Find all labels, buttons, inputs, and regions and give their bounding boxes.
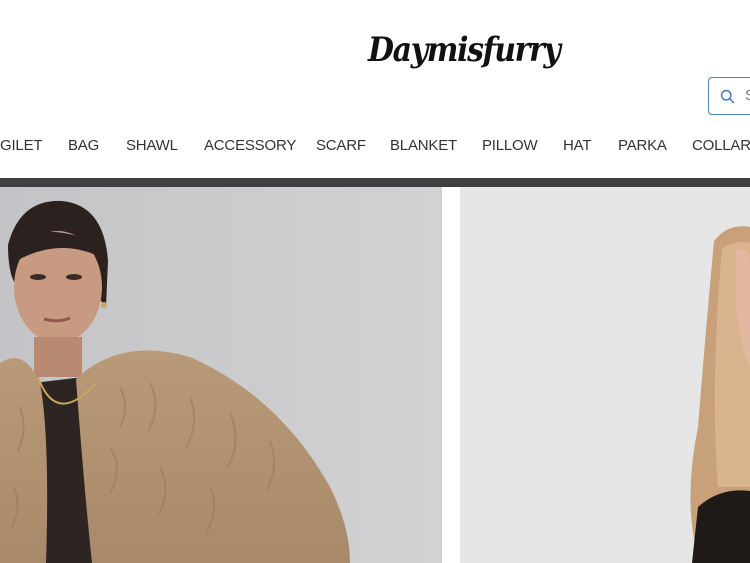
nav-item-shawl[interactable]: SHAWL <box>126 137 178 154</box>
search-placeholder: S <box>745 87 750 104</box>
hero-image-left[interactable] <box>0 187 442 563</box>
header-divider-bar <box>0 178 750 187</box>
search-icon[interactable] <box>719 88 736 105</box>
hero-image-right[interactable] <box>460 187 750 563</box>
blonde-model-illustration <box>460 187 750 563</box>
fur-coat-model-illustration <box>0 187 442 563</box>
nav-item-hat[interactable]: HAT <box>563 137 591 154</box>
nav-item-parka[interactable]: PARKA <box>618 137 667 154</box>
image-divider <box>442 187 460 563</box>
nav-item-scarf[interactable]: SCARF <box>316 137 366 154</box>
site-header: Daymisfurry S GILET BAG SHAWL ACCESSORY … <box>0 0 750 178</box>
nav-item-pillow[interactable]: PILLOW <box>482 137 538 154</box>
nav-item-bag[interactable]: BAG <box>68 137 99 154</box>
nav-item-collar[interactable]: COLLAR <box>692 137 750 154</box>
main-nav: GILET BAG SHAWL ACCESSORY SCARF BLANKET … <box>0 137 750 157</box>
nav-item-blanket[interactable]: BLANKET <box>390 137 457 154</box>
search-input[interactable]: S <box>708 77 750 115</box>
brand-logo[interactable]: Daymisfurry <box>368 30 561 70</box>
nav-item-accessory[interactable]: ACCESSORY <box>204 137 296 154</box>
nav-item-gilet[interactable]: GILET <box>0 137 43 154</box>
